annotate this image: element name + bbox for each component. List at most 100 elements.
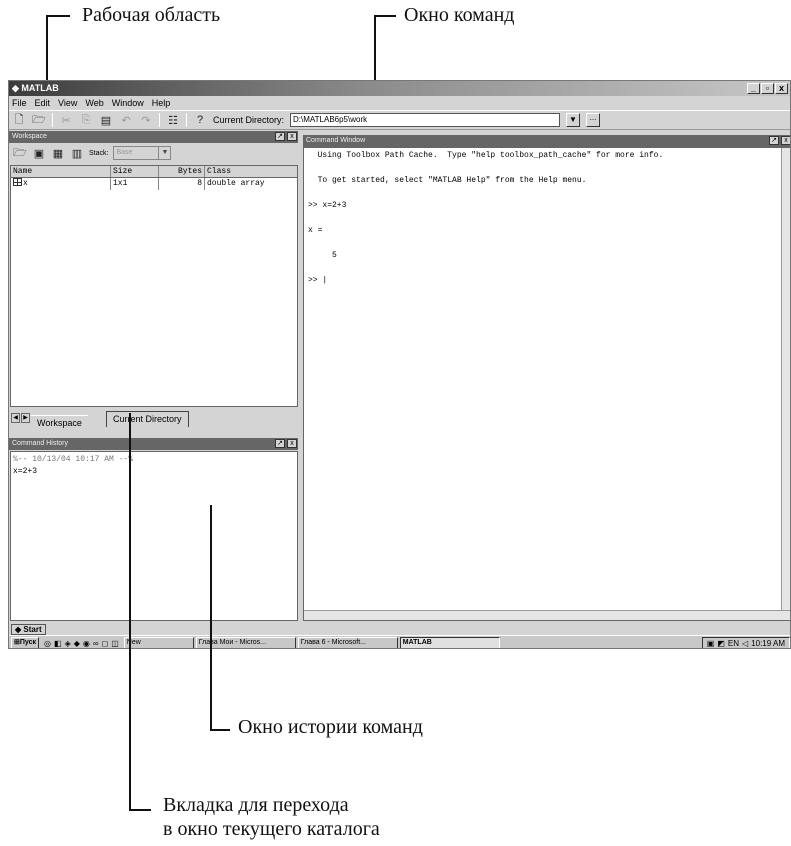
import-icon[interactable]: ▥ <box>70 146 84 160</box>
annotation-command-history: Окно истории команд <box>238 716 423 738</box>
delete-icon[interactable]: ▦ <box>51 146 65 160</box>
annotation-current-dir-tab-2: в окно текущего каталога <box>163 818 380 840</box>
close-icon[interactable]: x <box>781 136 790 145</box>
quick-launch-icon[interactable]: ∞ <box>93 639 99 648</box>
copy-icon[interactable]: ⎘ <box>79 113 93 127</box>
redo-icon[interactable]: ↷ <box>139 113 153 127</box>
menu-web[interactable]: Web <box>85 96 103 110</box>
current-directory-input[interactable]: D:\MATLAB6p5\work <box>290 113 561 127</box>
command-prompt[interactable]: >> | <box>308 276 327 285</box>
quick-launch-icon[interactable]: ◎ <box>44 639 51 648</box>
cut-icon[interactable]: ✂ <box>59 113 73 127</box>
windows-taskbar: ⊞Пуск ◎ ◧ ◈ ◆ ◉ ∞ ◻ ◫ New Глава Мои - Mi… <box>9 635 790 648</box>
annotation-history-vline <box>210 505 212 731</box>
annotation-curdir-vline <box>129 413 131 811</box>
variable-bytes-cell: 8 <box>159 178 205 190</box>
command-window-area[interactable]: Using Toolbox Path Cache. Type "help too… <box>303 147 790 621</box>
menu-view[interactable]: View <box>58 96 77 110</box>
help-icon[interactable]: ? <box>193 113 207 127</box>
workspace-toolbar: 🗁 ▣ ▦ ▥ Stack: Base ▼ <box>9 143 298 163</box>
matlab-start-bar: ◆ Start <box>9 623 790 635</box>
close-icon[interactable]: x <box>287 132 297 141</box>
system-tray: ▣ ◩ EN ◁ 10:19 AM <box>701 637 790 648</box>
current-directory-dropdown[interactable]: ▼ <box>566 113 581 127</box>
save-icon[interactable]: ▣ <box>32 146 46 160</box>
annotation-workspace: Рабочая область <box>82 4 221 26</box>
minimize-button[interactable]: _ <box>747 83 760 94</box>
matlab-logo-icon: ◆ <box>12 83 22 93</box>
quick-launch-icon[interactable]: ◧ <box>54 639 62 648</box>
column-header-size[interactable]: Size <box>111 166 159 177</box>
undock-icon[interactable]: ↗ <box>769 136 779 145</box>
new-file-icon[interactable]: 🗋 <box>12 113 26 127</box>
menu-file[interactable]: File <box>12 96 27 110</box>
quick-launch-icon[interactable]: ◆ <box>74 639 80 648</box>
menu-help[interactable]: Help <box>152 96 171 110</box>
command-input-line: >> x=2+3 <box>308 201 347 210</box>
workspace-tabs: ◀ ▶ Workspace Current Directory <box>9 411 298 433</box>
menu-window[interactable]: Window <box>112 96 144 110</box>
command-window-title: Command Window <box>306 137 366 144</box>
language-indicator[interactable]: EN <box>728 639 739 648</box>
tab-current-directory[interactable]: Current Directory <box>106 411 189 427</box>
command-history-pane-title: Command History ↗ x <box>9 438 298 450</box>
taskbar-task[interactable]: New <box>123 637 194 648</box>
variable-class-cell: double array <box>207 179 265 188</box>
undock-icon[interactable]: ↗ <box>275 439 285 448</box>
menu-edit[interactable]: Edit <box>35 96 51 110</box>
annotation-history-hline <box>210 729 230 731</box>
toolbar-separator <box>52 113 53 127</box>
horizontal-scrollbar[interactable] <box>304 610 790 620</box>
quick-launch-icon[interactable]: ◈ <box>65 639 71 648</box>
annotation-curdir-hline <box>129 809 151 811</box>
clock: 10:19 AM <box>751 638 785 648</box>
close-icon[interactable]: x <box>287 439 297 448</box>
open-file-icon[interactable]: 🗁 <box>32 113 46 127</box>
workspace-table: Name Size Bytes Class x 1x1 8 double arr… <box>10 165 298 407</box>
scroll-left-icon[interactable]: ◀ <box>11 413 20 423</box>
close-button[interactable]: x <box>775 83 788 94</box>
workspace-pane-title: Workspace ↗ x <box>9 131 298 143</box>
command-output-line: Using Toolbox Path Cache. Type "help too… <box>308 151 664 160</box>
command-window-pane-title: Command Window ↗ x <box>303 135 790 147</box>
quick-launch-icon[interactable]: ◫ <box>111 639 119 648</box>
matlab-start-button[interactable]: ◆ Start <box>11 623 46 635</box>
paste-icon[interactable]: ▤ <box>99 113 113 127</box>
tray-icon[interactable]: ◩ <box>717 639 725 648</box>
annotation-command-window-hline <box>374 15 396 17</box>
variable-name-cell: x <box>11 178 111 190</box>
quick-launch-icon[interactable]: ◉ <box>83 639 90 648</box>
taskbar-task[interactable]: Глава 6 - Microsoft... <box>297 637 398 648</box>
table-row[interactable]: x 1x1 8 double array <box>11 178 297 190</box>
command-history-title: Command History <box>12 440 69 447</box>
column-header-name[interactable]: Name <box>11 166 111 177</box>
window-title: MATLAB <box>21 83 59 93</box>
main-toolbar: 🗋 🗁 ✂ ⎘ ▤ ↶ ↷ ☷ ? Current Directory: D:\… <box>9 110 790 130</box>
quick-launch: ◎ ◧ ◈ ◆ ◉ ∞ ◻ ◫ <box>41 639 122 648</box>
vertical-scrollbar[interactable] <box>781 148 790 620</box>
command-history-area[interactable]: %-- 10/13/04 10:17 AM --% x=2+3 <box>10 451 298 621</box>
volume-icon[interactable]: ◁ <box>742 639 748 648</box>
maximize-button[interactable]: ▫ <box>761 83 774 94</box>
scroll-right-icon[interactable]: ▶ <box>21 413 30 423</box>
variable-name: x <box>23 179 28 188</box>
stack-value: Base <box>116 149 133 156</box>
quick-launch-icon[interactable]: ◻ <box>102 639 109 648</box>
grid-icon <box>13 178 22 186</box>
window-titlebar: ◆ MATLAB _ ▫ x <box>9 81 790 96</box>
history-entry[interactable]: x=2+3 <box>13 466 295 478</box>
open-file-icon[interactable]: 🗁 <box>13 146 27 160</box>
simulink-icon[interactable]: ☷ <box>166 113 180 127</box>
browse-button[interactable]: ... <box>586 113 601 127</box>
column-header-class[interactable]: Class <box>205 166 297 177</box>
undo-icon[interactable]: ↶ <box>119 113 133 127</box>
column-header-bytes[interactable]: Bytes <box>159 166 205 177</box>
undock-icon[interactable]: ↗ <box>275 132 285 141</box>
tray-icon[interactable]: ▣ <box>707 639 715 648</box>
toolbar-separator <box>159 113 160 127</box>
windows-start-button[interactable]: ⊞Пуск <box>11 637 40 648</box>
stack-select[interactable]: Base ▼ <box>113 146 172 160</box>
taskbar-task-matlab[interactable]: MATLAB <box>399 637 500 648</box>
tab-workspace[interactable]: Workspace <box>31 415 88 431</box>
variable-size-cell: 1x1 <box>111 178 159 190</box>
